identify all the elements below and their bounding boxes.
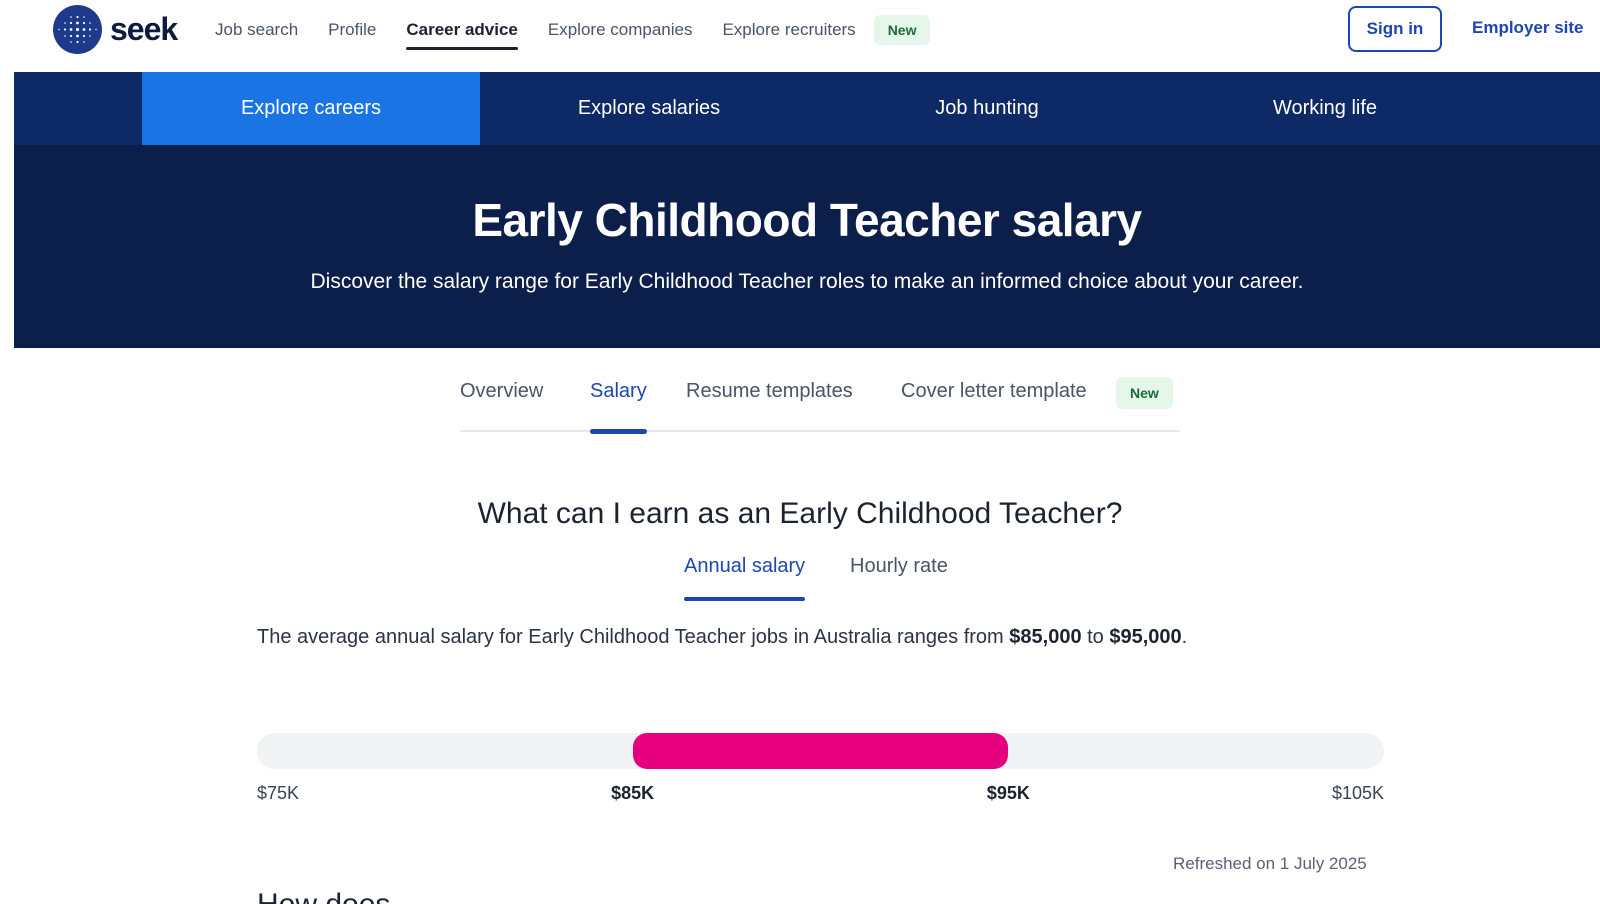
- salary-summary: The average annual salary for Early Chil…: [257, 626, 1187, 649]
- summary-suffix: .: [1181, 626, 1188, 648]
- rate-toggle: Annual salary Hourly rate: [0, 555, 1600, 603]
- next-section-heading: How does...: [257, 888, 415, 904]
- range-tick-min: $75K: [257, 783, 300, 803]
- seek-logo[interactable]: seek: [53, 5, 178, 54]
- tab-hourly-rate[interactable]: Hourly rate: [850, 555, 948, 603]
- page-title: Early Childhood Teacher salary: [472, 194, 1142, 246]
- tab-cover-letter-template[interactable]: Cover letter template: [901, 370, 1087, 432]
- nav-profile[interactable]: Profile: [328, 0, 376, 60]
- sign-in-button[interactable]: Sign in: [1348, 6, 1442, 52]
- subnav-working-life[interactable]: Working life: [1156, 72, 1494, 145]
- new-badge: New: [873, 15, 931, 45]
- nav-career-advice[interactable]: Career advice: [406, 0, 518, 60]
- range-tick-low: $85K: [611, 783, 655, 803]
- salary-low: $85,000: [1009, 626, 1082, 648]
- summary-prefix: The average annual salary for Early Chil…: [257, 626, 1010, 648]
- salary-range-fill: [632, 733, 1009, 769]
- primary-nav: Job search Profile Career advice Explore…: [215, 0, 931, 60]
- range-tick-high: $95K: [986, 783, 1030, 803]
- tab-resume-templates[interactable]: Resume templates: [686, 370, 853, 432]
- top-nav: seek Job search Profile Career advice Ex…: [0, 0, 1600, 72]
- nav-job-search[interactable]: Job search: [215, 0, 298, 60]
- nav-explore-companies[interactable]: Explore companies: [548, 0, 693, 60]
- seek-logo-icon: [53, 5, 102, 54]
- hero-banner: Early Childhood Teacher salary Discover …: [14, 145, 1600, 348]
- subnav-job-hunting[interactable]: Job hunting: [818, 72, 1156, 145]
- nav-explore-recruiters[interactable]: Explore recruiters: [722, 0, 855, 60]
- new-badge: New: [1116, 377, 1173, 409]
- refreshed-date: Refreshed on 1 July 2025: [1173, 854, 1367, 873]
- career-advice-subnav: Explore careers Explore salaries Job hun…: [14, 72, 1600, 145]
- salary-range-track: [257, 733, 1384, 769]
- tab-overview[interactable]: Overview: [460, 370, 543, 432]
- tab-salary[interactable]: Salary: [590, 370, 647, 434]
- content-tabs: Overview Salary Resume templates Cover l…: [460, 370, 1180, 434]
- salary-high: $95,000: [1109, 626, 1182, 648]
- logo-text: seek: [110, 11, 178, 47]
- range-tick-max: $105K: [1331, 783, 1384, 803]
- subnav-explore-salaries[interactable]: Explore salaries: [480, 72, 818, 145]
- employer-site-link[interactable]: Employer site: [1472, 18, 1584, 38]
- page-subtitle: Discover the salary range for Early Chil…: [310, 270, 1304, 293]
- summary-mid: to: [1081, 626, 1110, 648]
- salary-heading: What can I earn as an Early Childhood Te…: [477, 497, 1123, 530]
- subnav-explore-careers[interactable]: Explore careers: [142, 72, 480, 145]
- tab-annual-salary[interactable]: Annual salary: [684, 555, 806, 603]
